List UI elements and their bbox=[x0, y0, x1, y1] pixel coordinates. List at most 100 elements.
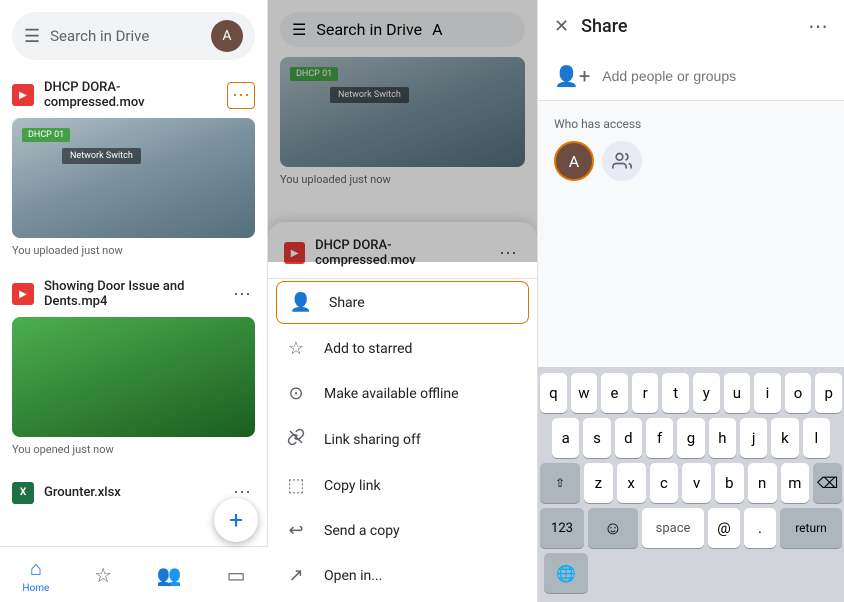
file-item-door: Showing Door Issue and Dents.mp4 ⋯ You o… bbox=[0, 269, 267, 468]
key-b[interactable]: b bbox=[715, 463, 744, 503]
key-emoji[interactable]: ☺ bbox=[588, 508, 638, 548]
menu-item-starred[interactable]: ☆ Add to starred bbox=[268, 326, 537, 371]
more-options-door[interactable]: ⋯ bbox=[229, 280, 255, 309]
key-v[interactable]: v bbox=[682, 463, 711, 503]
nav-home-label: Home bbox=[22, 583, 49, 594]
key-u[interactable]: u bbox=[724, 373, 751, 413]
menu-item-offline[interactable]: ⊙ Make available offline bbox=[268, 371, 537, 416]
share-title: Share bbox=[581, 16, 796, 37]
thumbnail-dhcp: DHCP 01 Network Switch bbox=[12, 118, 255, 238]
key-i[interactable]: i bbox=[754, 373, 781, 413]
share-add-people[interactable]: 👤+ bbox=[538, 52, 844, 101]
menu-label-send-copy: Send a copy bbox=[324, 523, 400, 539]
context-menu-panel: ☰ Search in Drive A DHCP 01 Network Swit… bbox=[268, 0, 538, 602]
key-a[interactable]: a bbox=[552, 418, 579, 458]
key-x[interactable]: x bbox=[617, 463, 646, 503]
keyboard-row-2: a s d f g h j k l bbox=[540, 418, 842, 458]
key-w[interactable]: w bbox=[571, 373, 598, 413]
copy-icon: ⬚ bbox=[284, 475, 308, 496]
key-c[interactable]: c bbox=[650, 463, 679, 503]
mid-overlay bbox=[268, 0, 537, 262]
key-return[interactable]: return bbox=[780, 508, 842, 548]
fab-button[interactable]: + bbox=[214, 498, 258, 542]
keyboard-row-3: ⇧ z x c v b n m ⌫ bbox=[540, 463, 842, 503]
key-g[interactable]: g bbox=[677, 418, 704, 458]
key-l[interactable]: l bbox=[803, 418, 830, 458]
file-name-dhcp: DHCP DORA-compressed.mov bbox=[44, 80, 217, 110]
file-name-door: Showing Door Issue and Dents.mp4 bbox=[44, 279, 219, 309]
file-meta-dhcp: You uploaded just now bbox=[0, 242, 267, 265]
video-icon-door bbox=[12, 283, 34, 305]
files-icon: ▭ bbox=[227, 563, 246, 587]
nav-files[interactable]: ▭ bbox=[227, 563, 246, 587]
search-input-label[interactable]: Search in Drive bbox=[50, 27, 201, 45]
key-j[interactable]: j bbox=[740, 418, 767, 458]
offline-icon: ⊙ bbox=[284, 383, 308, 404]
key-p[interactable]: p bbox=[815, 373, 842, 413]
menu-label-open-in: Open in... bbox=[324, 568, 382, 584]
hamburger-icon[interactable]: ☰ bbox=[24, 26, 40, 47]
search-bar[interactable]: ☰ Search in Drive A bbox=[12, 12, 255, 60]
menu-label-copy-link: Copy link bbox=[324, 478, 381, 494]
more-options-dhcp[interactable]: ⋯ bbox=[227, 82, 255, 109]
excel-icon-grounter: X bbox=[12, 482, 34, 504]
key-k[interactable]: k bbox=[771, 418, 798, 458]
home-icon: ⌂ bbox=[30, 556, 42, 581]
nav-home[interactable]: ⌂ Home bbox=[22, 556, 49, 594]
link-icon bbox=[284, 428, 308, 451]
key-n[interactable]: n bbox=[748, 463, 777, 503]
thumbnail-badge-dhcp: DHCP 01 bbox=[22, 128, 70, 142]
key-shift[interactable]: ⇧ bbox=[540, 463, 580, 503]
key-s[interactable]: s bbox=[583, 418, 610, 458]
avatar[interactable]: A bbox=[211, 20, 243, 52]
access-avatar-group[interactable] bbox=[602, 141, 642, 181]
share-panel: ✕ Share ⋯ 👤+ Who has access A bbox=[538, 0, 844, 602]
key-globe[interactable]: 🌐 bbox=[544, 553, 588, 593]
bottom-sheet: DHCP DORA-compressed.mov ⋯ 👤 Share ☆ Add… bbox=[268, 222, 537, 602]
key-period[interactable]: . bbox=[744, 508, 776, 548]
fab-icon: + bbox=[229, 506, 243, 534]
menu-item-link-sharing[interactable]: Link sharing off bbox=[268, 416, 537, 463]
shared-icon: 👥 bbox=[157, 563, 182, 587]
key-d[interactable]: d bbox=[615, 418, 642, 458]
key-h[interactable]: h bbox=[709, 418, 736, 458]
nav-starred[interactable]: ☆ bbox=[94, 563, 112, 587]
key-at[interactable]: @ bbox=[708, 508, 740, 548]
key-backspace[interactable]: ⌫ bbox=[813, 463, 842, 503]
menu-item-send-copy[interactable]: ↩ Send a copy bbox=[268, 508, 537, 553]
add-people-input[interactable] bbox=[602, 68, 828, 84]
access-avatar-user[interactable]: A bbox=[554, 141, 594, 181]
file-header-dhcp[interactable]: DHCP DORA-compressed.mov ⋯ bbox=[0, 74, 267, 116]
share-header: ✕ Share ⋯ bbox=[538, 0, 844, 52]
keyboard: q w e r t y u i o p a s d f g h j k l ⇧ … bbox=[538, 367, 844, 602]
share-close-button[interactable]: ✕ bbox=[554, 16, 569, 37]
key-space[interactable]: space bbox=[642, 508, 704, 548]
key-t[interactable]: t bbox=[662, 373, 689, 413]
menu-item-copy-link[interactable]: ⬚ Copy link bbox=[268, 463, 537, 508]
key-y[interactable]: y bbox=[693, 373, 720, 413]
file-header-door[interactable]: Showing Door Issue and Dents.mp4 ⋯ bbox=[0, 273, 267, 315]
thumbnail-label-dhcp: Network Switch bbox=[62, 148, 141, 164]
key-m[interactable]: m bbox=[781, 463, 810, 503]
file-meta-door: You opened just now bbox=[0, 441, 267, 464]
key-q[interactable]: q bbox=[540, 373, 567, 413]
key-z[interactable]: z bbox=[584, 463, 613, 503]
key-e[interactable]: e bbox=[601, 373, 628, 413]
star-icon: ☆ bbox=[94, 563, 112, 587]
share-more-button[interactable]: ⋯ bbox=[808, 14, 828, 38]
star-icon: ☆ bbox=[284, 338, 308, 359]
menu-item-open-in[interactable]: ↗ Open in... bbox=[268, 553, 537, 598]
menu-item-share[interactable]: 👤 Share bbox=[276, 281, 529, 324]
menu-label-offline: Make available offline bbox=[324, 386, 459, 402]
key-r[interactable]: r bbox=[632, 373, 659, 413]
key-o[interactable]: o bbox=[785, 373, 812, 413]
menu-label-starred: Add to starred bbox=[324, 341, 412, 357]
nav-shared[interactable]: 👥 bbox=[157, 563, 182, 587]
add-person-icon: 👤+ bbox=[554, 64, 590, 88]
key-f[interactable]: f bbox=[646, 418, 673, 458]
send-icon: ↩ bbox=[284, 520, 308, 541]
keyboard-row-globe: 🌐 bbox=[540, 553, 842, 593]
key-numbers[interactable]: 123 bbox=[540, 508, 584, 548]
menu-label-link-sharing: Link sharing off bbox=[324, 432, 421, 448]
thumbnail-door bbox=[12, 317, 255, 437]
